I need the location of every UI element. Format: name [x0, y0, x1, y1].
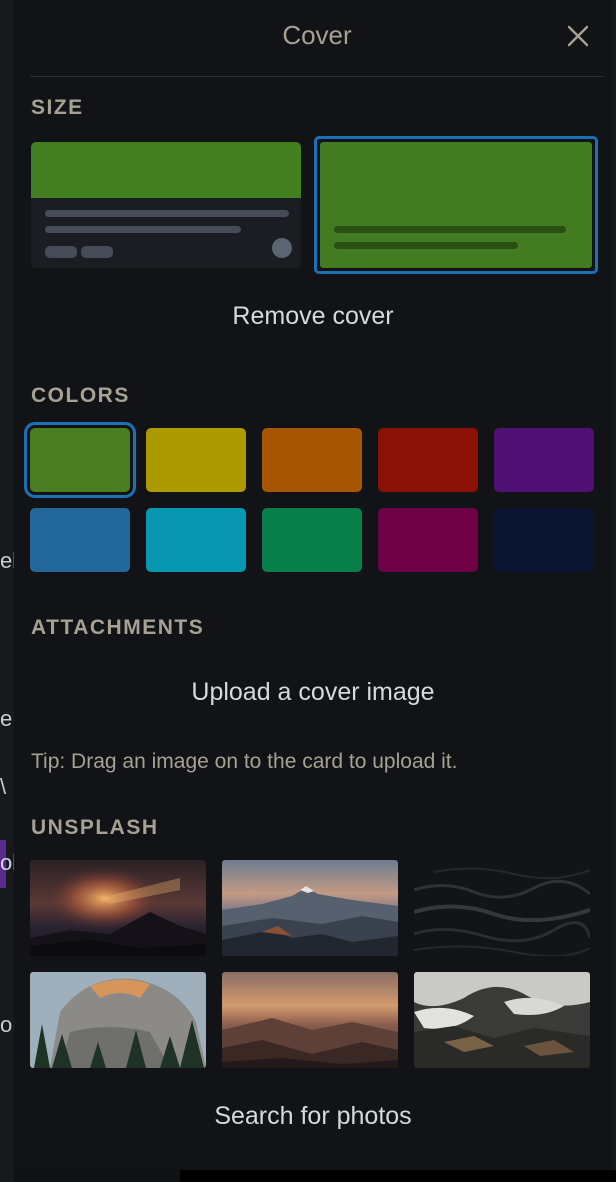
color-swatch-green[interactable] [24, 422, 136, 498]
size-preview-badge [45, 246, 77, 258]
size-option-full[interactable] [314, 136, 598, 274]
size-section-label: SIZE [31, 96, 84, 119]
color-swatch-black[interactable] [494, 508, 594, 572]
unsplash-section-label: UNSPLASH [31, 816, 159, 839]
size-preview-line [45, 210, 289, 217]
unsplash-photo[interactable] [30, 972, 206, 1068]
attachments-tip: Tip: Drag an image on to the card to upl… [31, 750, 458, 773]
background-bottom-bar [180, 1170, 616, 1182]
desert-dusk-photo [222, 972, 398, 1068]
size-preview-line [45, 226, 241, 233]
size-preview-avatar [272, 238, 292, 258]
granite-dome-photo [30, 972, 206, 1068]
background-text-fragment: o [0, 1012, 13, 1037]
cover-popover: Cover SIZE Remove cover COLORS ATTACHMEN… [14, 0, 612, 1170]
close-icon [567, 25, 589, 47]
color-swatch-sky[interactable] [146, 508, 246, 572]
unsplash-photo[interactable] [414, 860, 590, 956]
unsplash-photo[interactable] [414, 972, 590, 1068]
size-preview-line [334, 226, 566, 233]
background-board-strip [0, 0, 14, 1182]
attachments-section-label: ATTACHMENTS [31, 616, 205, 639]
color-swatch-yellow[interactable] [146, 428, 246, 492]
background-right-edge [612, 0, 616, 1182]
color-swatch-pink[interactable] [378, 508, 478, 572]
color-swatch-red[interactable] [378, 428, 478, 492]
unsplash-photo[interactable] [222, 860, 398, 956]
unsplash-photo[interactable] [30, 860, 206, 956]
size-preview-cover [31, 142, 301, 198]
search-photos-button[interactable]: Search for photos [14, 1102, 612, 1131]
size-preview-line [334, 242, 518, 249]
upload-cover-button[interactable]: Upload a cover image [14, 678, 612, 707]
snowy-mountain-photo [414, 972, 590, 1068]
color-swatch-blue[interactable] [30, 508, 130, 572]
background-text-fragment: e [0, 706, 13, 731]
popover-title: Cover [282, 20, 352, 50]
background-text-fragment: \ [0, 774, 7, 799]
color-swatch-lime[interactable] [262, 508, 362, 572]
dark-water-photo [414, 860, 590, 956]
colors-section-label: COLORS [31, 384, 130, 407]
popover-header: Cover [30, 0, 604, 77]
close-button[interactable] [564, 20, 592, 52]
dusk-mountain-photo [222, 860, 398, 956]
unsplash-photo[interactable] [222, 972, 398, 1068]
color-swatch-purple[interactable] [494, 428, 594, 492]
sunset-mountain-photo [30, 860, 206, 956]
size-preview-full-cover [320, 142, 592, 268]
size-option-attached[interactable] [31, 142, 301, 268]
remove-cover-button[interactable]: Remove cover [14, 302, 612, 331]
size-preview-badge [81, 246, 113, 258]
color-swatch-orange[interactable] [262, 428, 362, 492]
